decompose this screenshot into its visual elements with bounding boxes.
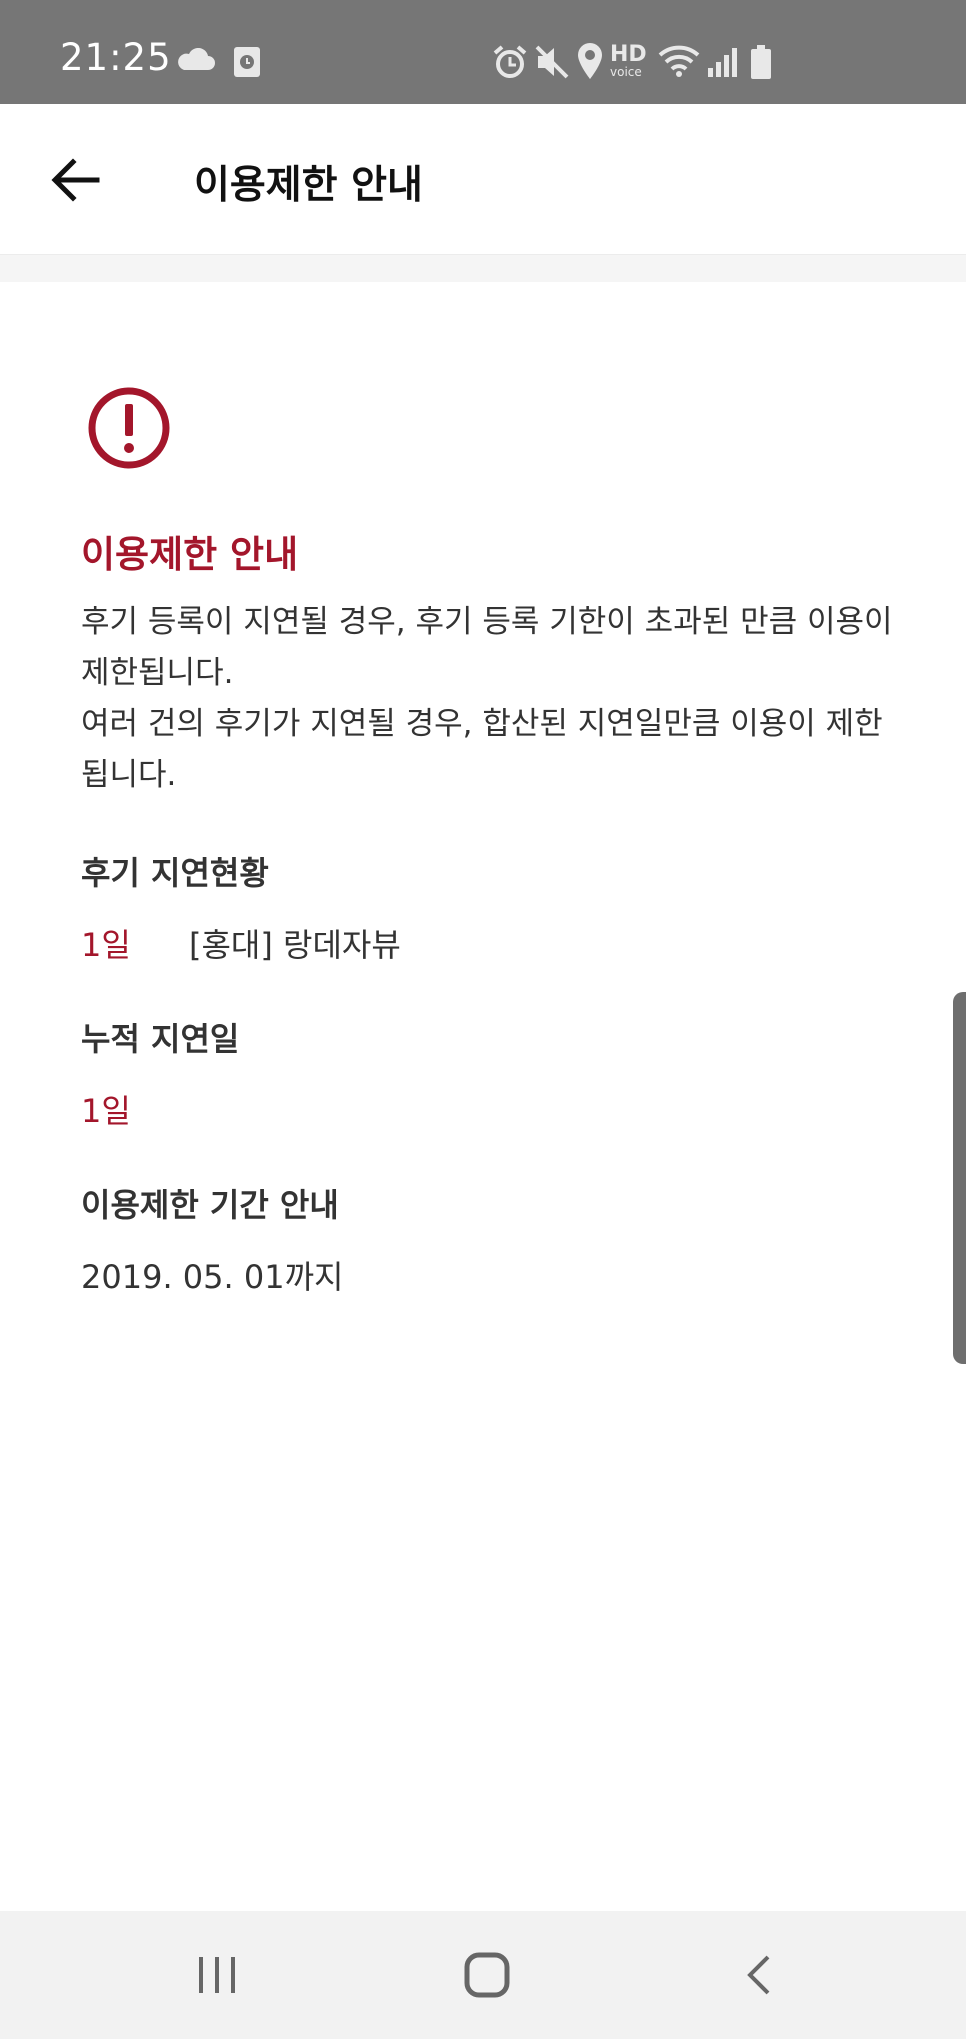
notice-body: 후기 등록이 지연될 경우, 후기 등록 기한이 초과된 만큼 이용이 제한됩니… xyxy=(81,597,901,801)
cloud-icon xyxy=(176,47,216,76)
notice-paragraph-1: 후기 등록이 지연될 경우, 후기 등록 기한이 초과된 만큼 이용이 제한됩니… xyxy=(81,604,893,691)
status-bar: 21:25 HD voice xyxy=(0,0,966,104)
restriction-period-title: 이용제한 기간 안내 xyxy=(81,1186,339,1224)
notice-heading: 이용제한 안내 xyxy=(81,533,299,576)
delay-item-name: [홍대] 랑데자뷰 xyxy=(189,926,401,964)
page-title: 이용제한 안내 xyxy=(194,163,423,208)
app-bar: 이용제한 안내 xyxy=(0,104,966,255)
restriction-period-value: 2019. 05. 01까지 xyxy=(81,1258,344,1296)
clock-box-icon xyxy=(233,46,261,82)
accumulated-delay-title: 누적 지연일 xyxy=(81,1020,240,1058)
alarm-icon xyxy=(492,44,528,84)
back-button[interactable] xyxy=(44,148,108,212)
system-nav-bar xyxy=(0,1911,966,2039)
alert-icon xyxy=(88,387,170,469)
scrollbar[interactable] xyxy=(953,992,966,1364)
review-delay-row: 1일 [홍대] 랑데자뷰 xyxy=(81,920,401,966)
battery-icon xyxy=(750,44,772,84)
mute-icon xyxy=(534,44,570,84)
hd-label: HD xyxy=(610,42,647,67)
back-nav-button[interactable] xyxy=(723,1939,795,2011)
accumulated-delay-value: 1일 xyxy=(81,1092,131,1130)
notice-paragraph-2: 여러 건의 후기가 지연될 경우, 합산된 지연일만큼 이용이 제한됩니다. xyxy=(81,706,883,793)
back-arrow-icon xyxy=(51,158,100,202)
voice-label: voice xyxy=(610,65,642,79)
review-delay-title: 후기 지연현황 xyxy=(81,854,269,892)
wifi-icon xyxy=(658,44,700,82)
hd-voice-icon: HD voice xyxy=(610,42,647,79)
home-button[interactable] xyxy=(451,1939,523,2011)
recent-apps-button[interactable] xyxy=(181,1939,253,2011)
location-icon xyxy=(576,42,604,84)
home-icon xyxy=(464,1952,510,1998)
header-divider xyxy=(0,255,966,282)
delay-days: 1일 xyxy=(81,926,131,964)
signal-icon xyxy=(706,46,738,82)
back-chevron-icon xyxy=(747,1955,770,1995)
status-time: 21:25 xyxy=(60,36,172,79)
recent-apps-icon xyxy=(199,1957,235,1993)
